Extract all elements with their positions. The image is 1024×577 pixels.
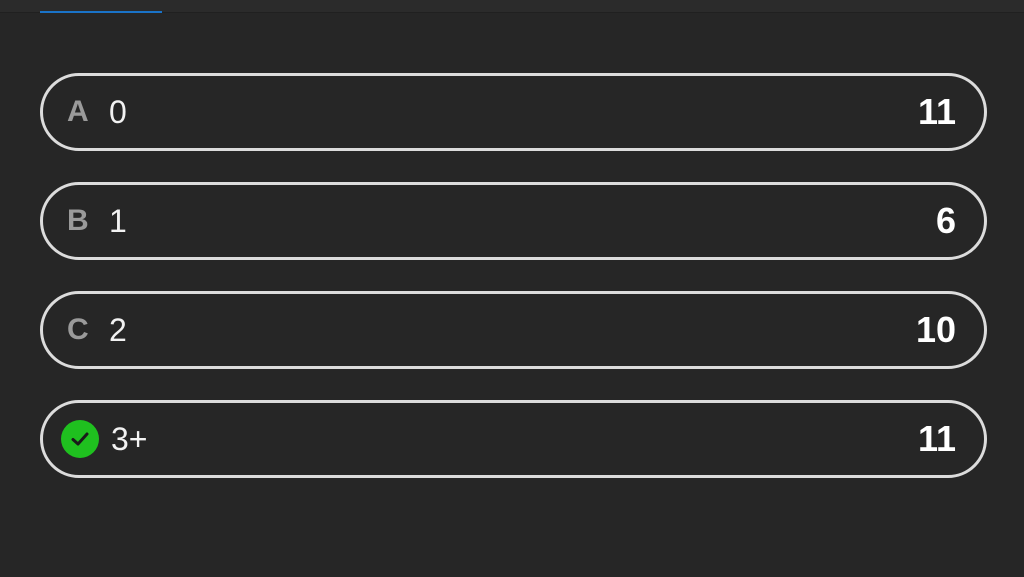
answer-option-a[interactable]: A 0 11 (40, 73, 987, 151)
option-response-count: 11 (917, 91, 956, 132)
option-label: 1 (109, 202, 127, 239)
checkmark-icon (71, 432, 89, 446)
active-tab-indicator (40, 11, 162, 13)
option-response-count: 11 (917, 418, 956, 459)
answer-option-c[interactable]: C 2 10 (40, 291, 987, 369)
option-letter: C (67, 313, 89, 346)
check-circle-icon (61, 420, 99, 458)
answer-options-list: A 0 11 B 1 6 C 2 10 3+ 11 (40, 73, 987, 478)
option-letter: B (67, 204, 89, 237)
option-response-count: 10 (915, 309, 956, 350)
option-letter: A (67, 95, 89, 128)
option-label: 2 (109, 311, 127, 348)
answer-option-correct[interactable]: 3+ 11 (40, 400, 987, 478)
option-response-count: 6 (935, 200, 956, 241)
answer-option-b[interactable]: B 1 6 (40, 182, 987, 260)
option-label: 0 (109, 93, 127, 130)
option-label: 3+ (111, 420, 148, 457)
